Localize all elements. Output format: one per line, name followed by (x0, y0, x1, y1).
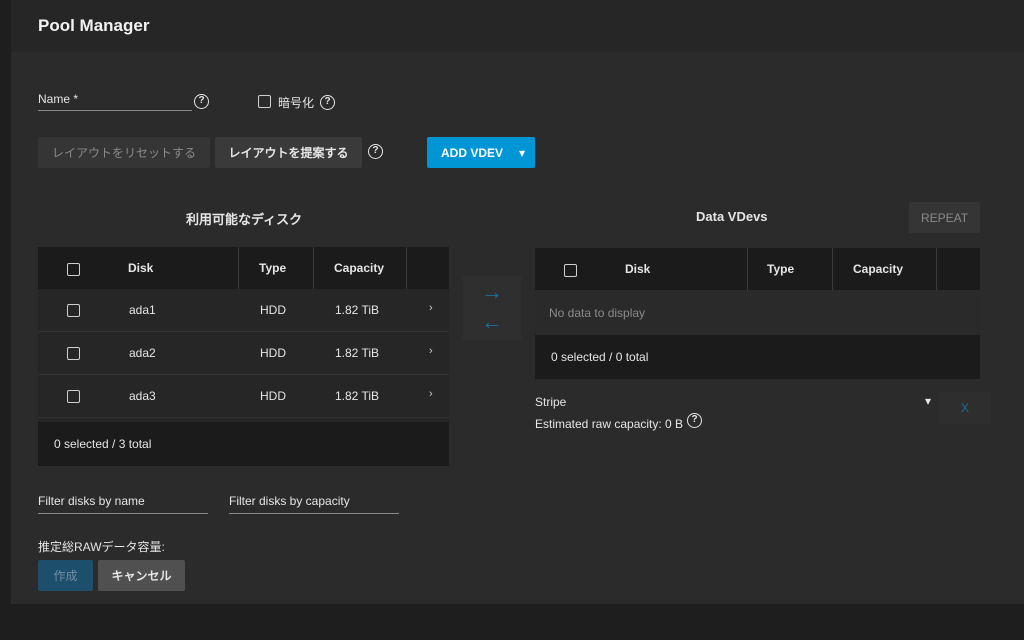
column-divider (238, 247, 239, 289)
row-checkbox[interactable] (67, 390, 80, 403)
caret-down-icon[interactable]: ▾ (925, 394, 931, 408)
column-capacity[interactable]: Capacity (853, 248, 903, 290)
table-footer: 0 selected / 0 total (535, 335, 980, 379)
table-row[interactable]: ada2 HDD 1.82 TiB › (38, 332, 449, 375)
repeat-button[interactable]: REPEAT (909, 202, 980, 233)
column-capacity[interactable]: Capacity (334, 247, 384, 289)
data-vdevs-title: Data VDevs (696, 209, 768, 224)
table-header: Disk Type Capacity (38, 247, 449, 289)
row-checkbox[interactable] (67, 304, 80, 317)
column-divider (406, 247, 407, 289)
column-type[interactable]: Type (259, 247, 286, 289)
empty-row: No data to display (535, 290, 980, 335)
name-underline (38, 110, 192, 111)
page-title: Pool Manager (38, 16, 150, 35)
filter-name-placeholder: Filter disks by name (38, 494, 145, 508)
available-disks-table: Disk Type Capacity ada1 HDD 1.82 TiB › a… (38, 247, 449, 466)
help-icon[interactable]: ? (368, 144, 383, 159)
table-row[interactable]: ada3 HDD 1.82 TiB › (38, 375, 449, 418)
pool-manager-card: Pool Manager Name * ? 暗号化 ? レイアウトをリセットする… (11, 0, 1024, 604)
filter-name-underline (38, 513, 208, 514)
column-type[interactable]: Type (767, 248, 794, 290)
disk-type: HDD (260, 346, 286, 360)
available-disks-title: 利用可能なディスク (186, 212, 303, 227)
column-divider (313, 247, 314, 289)
chevron-right-icon[interactable]: › (429, 302, 433, 314)
row-checkbox[interactable] (67, 347, 80, 360)
caret-down-icon[interactable]: ▾ (519, 146, 525, 160)
card-header: Pool Manager (11, 0, 1024, 52)
reset-layout-button[interactable]: レイアウトをリセットする (38, 137, 210, 168)
suggest-layout-button[interactable]: レイアウトを提案する (215, 137, 362, 168)
table-row[interactable]: ada1 HDD 1.82 TiB › (38, 289, 449, 332)
add-vdev-button[interactable]: ADD VDEV ▾ (427, 137, 535, 168)
cancel-button[interactable]: キャンセル (98, 560, 185, 591)
arrow-left-icon[interactable]: ← (463, 309, 521, 335)
filter-name-input[interactable]: Filter disks by name (38, 494, 208, 514)
arrow-right-icon[interactable]: → (463, 279, 521, 305)
column-disk[interactable]: Disk (625, 248, 650, 290)
table-footer: 0 selected / 3 total (38, 422, 449, 466)
encryption-checkbox[interactable] (258, 95, 271, 108)
column-divider (747, 248, 748, 290)
help-icon[interactable]: ? (687, 413, 702, 428)
disk-capacity: 1.82 TiB (335, 346, 380, 360)
vdev-layout-select[interactable]: Stripe (535, 395, 566, 409)
name-field[interactable]: Name * (38, 92, 192, 111)
create-button[interactable]: 作成 (38, 560, 93, 591)
disk-capacity: 1.82 TiB (335, 389, 380, 403)
help-icon[interactable]: ? (194, 94, 209, 109)
estimated-raw-label: 推定総RAWデータ容量: (38, 540, 165, 554)
disk-name: ada1 (129, 303, 156, 317)
select-all-checkbox[interactable] (564, 264, 577, 277)
chevron-right-icon[interactable]: › (429, 388, 433, 400)
disk-name: ada3 (129, 389, 156, 403)
remove-vdev-button[interactable]: X (939, 392, 991, 424)
data-vdevs-table: Disk Type Capacity No data to display 0 … (535, 248, 980, 379)
add-vdev-label: ADD VDEV (441, 145, 504, 160)
estimated-capacity: Estimated raw capacity: 0 B (535, 417, 684, 431)
name-label: Name * (38, 92, 79, 106)
disk-capacity: 1.82 TiB (335, 303, 380, 317)
empty-message: No data to display (549, 305, 646, 320)
filter-capacity-placeholder: Filter disks by capacity (229, 494, 350, 508)
select-all-checkbox[interactable] (67, 263, 80, 276)
column-disk[interactable]: Disk (128, 247, 153, 289)
column-divider (936, 248, 937, 290)
table-header: Disk Type Capacity (535, 248, 980, 290)
column-divider (832, 248, 833, 290)
filter-capacity-underline (229, 513, 399, 514)
disk-type: HDD (260, 303, 286, 317)
help-icon[interactable]: ? (320, 95, 335, 110)
chevron-right-icon[interactable]: › (429, 345, 433, 357)
filter-capacity-input[interactable]: Filter disks by capacity (229, 494, 399, 514)
disk-name: ada2 (129, 346, 156, 360)
transfer-controls: → ← (463, 276, 521, 340)
disk-type: HDD (260, 389, 286, 403)
encryption-label: 暗号化 (278, 96, 315, 110)
